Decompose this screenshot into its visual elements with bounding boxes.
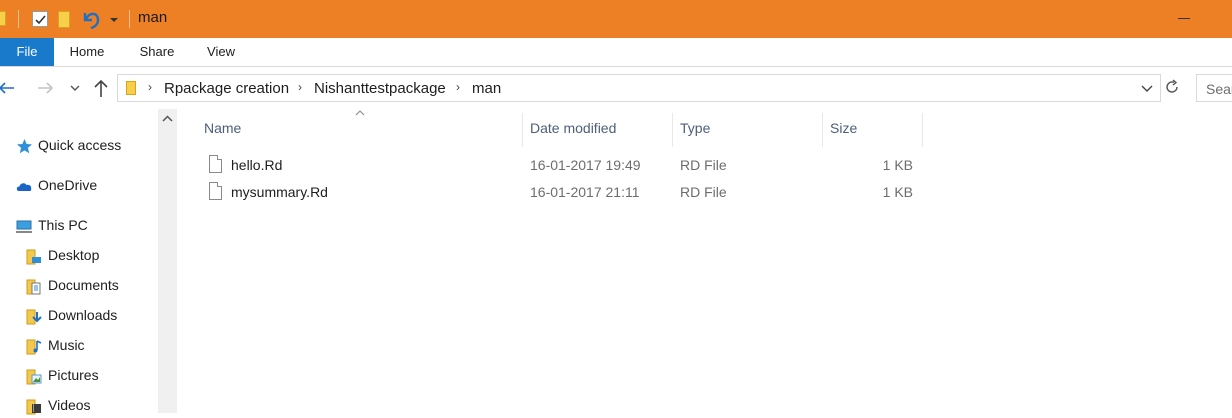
navigation-pane-scrollbar[interactable] — [158, 109, 177, 413]
cloud-icon — [16, 183, 32, 191]
properties-icon[interactable] — [32, 11, 48, 27]
file-icon — [209, 155, 222, 173]
tab-file[interactable]: File — [0, 38, 54, 66]
file-size: 1 KB — [882, 184, 913, 200]
column-divider[interactable] — [922, 113, 923, 147]
customize-toolbar-chevron-icon[interactable] — [109, 14, 119, 24]
sidebar-item-label: Desktop — [48, 247, 100, 263]
file-type: RD File — [680, 157, 727, 173]
desktop-folder-icon — [26, 249, 41, 265]
search-placeholder: Sear — [1206, 81, 1232, 97]
tab-share[interactable]: Share — [132, 38, 182, 66]
sidebar-item-label: This PC — [38, 217, 88, 233]
column-divider[interactable] — [822, 113, 823, 147]
toolbar-separator — [129, 10, 130, 28]
file-date-modified: 16-01-2017 19:49 — [530, 157, 641, 173]
file-icon — [209, 182, 222, 200]
sidebar-item-label: Music — [48, 337, 85, 353]
refresh-icon[interactable] — [1163, 78, 1181, 96]
star-icon — [17, 139, 32, 154]
navigation-bar: › Rpackage creation › Nishanttestpackage… — [0, 67, 1232, 109]
breadcrumb-rpackage-creation[interactable]: Rpackage creation — [164, 80, 289, 97]
recent-locations-chevron-icon[interactable] — [70, 84, 80, 92]
forward-arrow-icon[interactable] — [36, 79, 54, 97]
scroll-up-icon[interactable] — [162, 115, 173, 123]
file-size: 1 KB — [882, 157, 913, 173]
music-folder-icon — [26, 339, 42, 355]
documents-folder-icon — [26, 279, 41, 295]
file-row[interactable]: mysummary.Rd 16-01-2017 21:11 RD File 1 … — [197, 180, 927, 206]
toolbar-separator — [18, 10, 19, 28]
column-header-type[interactable]: Type — [680, 120, 710, 136]
tab-home[interactable]: Home — [62, 38, 112, 66]
pictures-folder-icon — [26, 369, 42, 385]
column-divider[interactable] — [522, 113, 523, 147]
breadcrumb-man[interactable]: man — [472, 80, 501, 97]
column-header-date-modified[interactable]: Date modified — [530, 120, 616, 136]
file-row[interactable]: hello.Rd 16-01-2017 19:49 RD File 1 KB — [197, 153, 927, 179]
sidebar-item-label: Documents — [48, 277, 119, 293]
breadcrumb-separator-icon[interactable]: › — [148, 80, 152, 94]
back-arrow-icon[interactable] — [0, 79, 16, 97]
address-bar[interactable]: › Rpackage creation › Nishanttestpackage… — [117, 74, 1161, 102]
ribbon-tabs: File Home Share View — [0, 38, 1232, 67]
file-list: Name Date modified Type Size hello.Rd 16… — [177, 109, 1232, 413]
up-arrow-icon[interactable] — [92, 78, 110, 98]
window-title: man — [138, 9, 168, 26]
sidebar-item-label: OneDrive — [38, 177, 98, 193]
file-name: mysummary.Rd — [231, 184, 328, 200]
sidebar-item-label: Pictures — [48, 367, 99, 383]
sidebar-item-label: Downloads — [48, 307, 118, 323]
search-input[interactable]: Sear — [1196, 74, 1232, 102]
column-divider[interactable] — [672, 113, 673, 147]
sidebar-item-label: Videos — [48, 397, 91, 413]
new-folder-icon[interactable] — [58, 11, 70, 28]
navigation-pane: Quick access OneDrive This PC Desktop Do… — [0, 109, 158, 415]
minimize-button[interactable] — [1178, 18, 1190, 19]
sidebar-item-label: Quick access — [38, 137, 122, 153]
column-header-name[interactable]: Name — [204, 120, 241, 136]
column-header-size[interactable]: Size — [830, 120, 857, 136]
breadcrumb-separator-icon[interactable]: › — [456, 80, 460, 94]
file-type: RD File — [680, 184, 727, 200]
downloads-folder-icon — [26, 309, 42, 325]
breadcrumb-separator-icon[interactable]: › — [298, 80, 302, 94]
tab-view[interactable]: View — [198, 38, 244, 66]
address-history-chevron-icon[interactable] — [1141, 84, 1153, 94]
title-bar: man — [0, 0, 1232, 38]
file-date-modified: 16-01-2017 21:11 — [530, 184, 640, 200]
file-name: hello.Rd — [231, 157, 283, 173]
breadcrumb-nishanttestpackage[interactable]: Nishanttestpackage — [314, 80, 446, 97]
window-folder-icon — [0, 11, 6, 26]
videos-folder-icon — [26, 399, 41, 415]
computer-icon — [16, 220, 32, 233]
undo-icon[interactable] — [81, 8, 101, 30]
address-folder-icon — [126, 81, 136, 95]
sort-ascending-icon — [355, 110, 365, 116]
